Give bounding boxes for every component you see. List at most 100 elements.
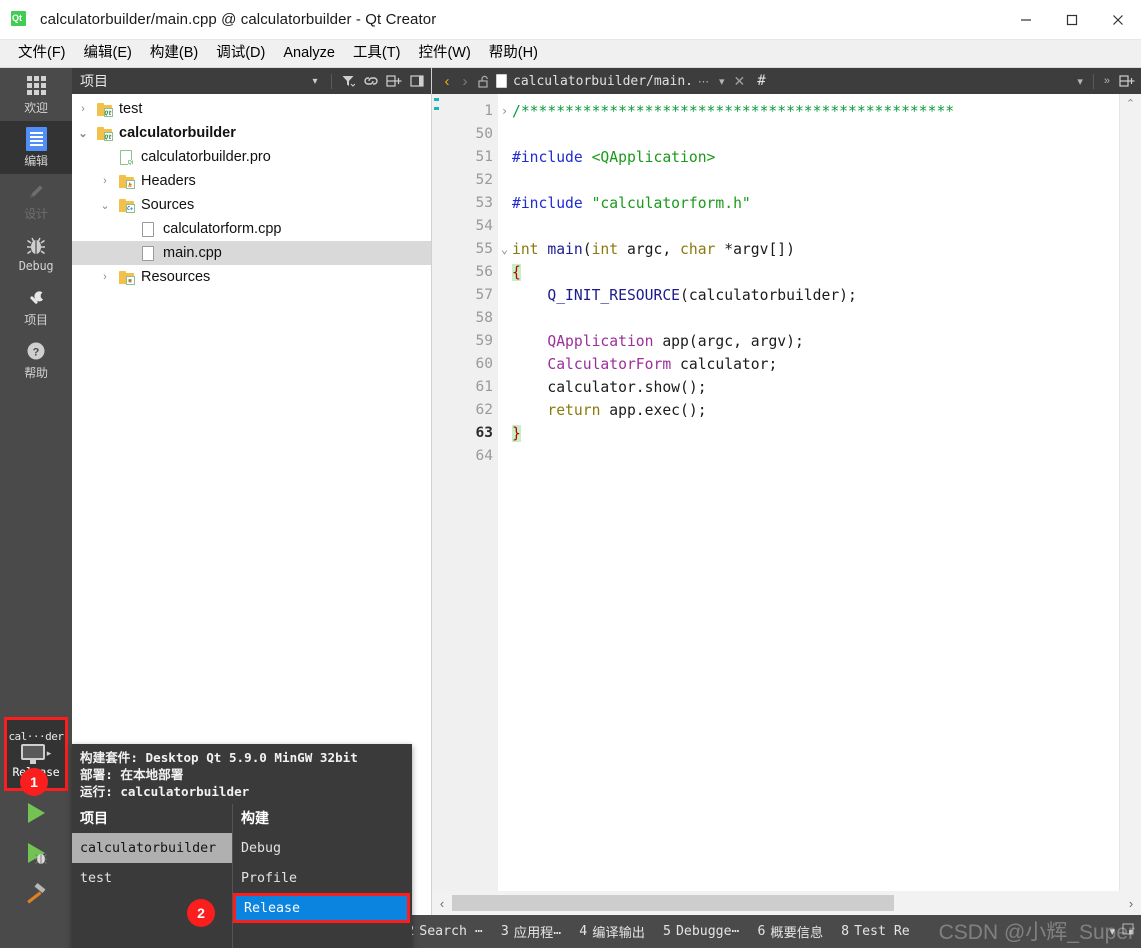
tab-close-icon[interactable]: ✕	[730, 73, 750, 90]
output-pane-application[interactable]: 3 应用程⋯	[492, 922, 570, 941]
code-line[interactable]	[512, 169, 1119, 192]
tree-item-headers[interactable]: › h Headers	[72, 169, 431, 193]
popup-project-calculatorbuilder[interactable]: calculatorbuilder	[72, 833, 232, 863]
build-configuration-popup: 构建套件: Desktop Qt 5.9.0 MinGW 32bit 部署: 在…	[72, 744, 412, 948]
split-add-icon[interactable]	[384, 71, 404, 91]
chevron-down-icon[interactable]: ⌄	[94, 199, 116, 212]
output-pane-debugger[interactable]: 5 Debugge⋯	[654, 924, 748, 939]
resize-grip-icon[interactable]	[1121, 922, 1135, 941]
code-line[interactable]: int main(int argc, char *argv[])	[512, 238, 1119, 261]
editor-horizontal-scrollbar[interactable]: ‹ ›	[432, 891, 1141, 915]
menu-edit[interactable]: 编辑(E)	[75, 41, 141, 66]
code-line[interactable]	[512, 215, 1119, 238]
navigate-forward-icon[interactable]: ›	[456, 73, 474, 90]
output-pane-toggle-icon[interactable]: ▾	[1109, 925, 1115, 938]
popup-build-debug[interactable]: Debug	[233, 833, 412, 863]
sync-link-icon[interactable]	[361, 71, 381, 91]
hscroll-left-icon[interactable]: ‹	[432, 896, 452, 911]
code-line[interactable]: }	[512, 422, 1119, 445]
chevron-right-icon[interactable]: ›	[94, 175, 116, 187]
code-line[interactable]	[512, 307, 1119, 330]
symbol-selector[interactable]: #	[749, 73, 765, 89]
code-line[interactable]	[512, 123, 1119, 146]
code-token: (calculatorbuilder);	[680, 287, 857, 304]
tree-item-test[interactable]: › Qt test	[72, 97, 431, 121]
code-line[interactable]: calculator.show();	[512, 376, 1119, 399]
tab-dropdown-icon[interactable]: ▾	[714, 75, 730, 88]
navigate-back-icon[interactable]: ‹	[438, 73, 456, 90]
code-token: calculator;	[671, 356, 777, 373]
popup-build-release[interactable]: Release	[233, 893, 410, 923]
code-line[interactable]: return app.exec();	[512, 399, 1119, 422]
menu-file[interactable]: 文件(F)	[9, 41, 75, 66]
tree-item-main-cpp[interactable]: main.cpp	[72, 241, 431, 265]
filter-icon[interactable]	[338, 71, 358, 91]
tree-item-label: Resources	[141, 269, 210, 285]
output-pane-summary[interactable]: 6 概要信息	[748, 922, 832, 941]
code-line[interactable]: #include "calculatorform.h"	[512, 192, 1119, 215]
tree-item-pro-file[interactable]: calculatorbuilder.pro	[72, 145, 431, 169]
output-pane-test-results[interactable]: 8 Test Re	[832, 924, 919, 939]
mode-edit[interactable]: 编辑	[0, 121, 72, 174]
code-line[interactable]: CalculatorForm calculator;	[512, 353, 1119, 376]
popup-project-test[interactable]: test	[72, 863, 232, 893]
menu-debug[interactable]: 调试(D)	[207, 41, 274, 66]
mode-design[interactable]: 设计	[0, 174, 72, 227]
kit-line: 构建套件: Desktop Qt 5.9.0 MinGW 32bit	[80, 749, 404, 766]
hscroll-thumb[interactable]	[452, 895, 894, 911]
tab-ellipsis: ⋯	[693, 75, 714, 88]
code-token: #include	[512, 195, 592, 212]
code-line[interactable]: Q_INIT_RESOURCE(calculatorbuilder);	[512, 284, 1119, 307]
code-token: #include	[512, 149, 592, 166]
editor-vertical-scrollbar[interactable]: ⌃	[1119, 94, 1141, 891]
hscroll-right-icon[interactable]: ›	[1121, 896, 1141, 911]
tree-item-label: Sources	[141, 197, 194, 213]
tree-item-calculatorbuilder[interactable]: ⌄ Qt calculatorbuilder	[72, 121, 431, 145]
mode-help[interactable]: ? 帮助	[0, 333, 72, 386]
unlocked-padlock-icon[interactable]	[474, 75, 494, 88]
line-number: 60	[432, 353, 498, 376]
run-button[interactable]	[0, 795, 72, 835]
menu-tools[interactable]: 工具(T)	[344, 41, 410, 66]
code-line[interactable]: QApplication app(argc, argv);	[512, 330, 1119, 353]
split-editor-icon[interactable]	[1117, 71, 1137, 91]
code-text[interactable]: /***************************************…	[498, 94, 1119, 891]
mode-debug[interactable]: Debug	[0, 227, 72, 280]
popup-build-profile[interactable]: Profile	[233, 863, 412, 893]
chevron-right-icon[interactable]: ›	[94, 271, 116, 283]
code-token: (	[583, 241, 592, 258]
maximize-button[interactable]	[1049, 0, 1095, 40]
menu-help[interactable]: 帮助(H)	[480, 41, 547, 66]
filter-dropdown-icon[interactable]: ▾	[305, 71, 325, 91]
debug-button[interactable]	[0, 835, 72, 875]
output-pane-compile[interactable]: 4 编译输出	[570, 922, 654, 941]
code-line[interactable]	[512, 445, 1119, 468]
active-tab-filename[interactable]: calculatorbuilder/main.	[513, 74, 693, 89]
code-line[interactable]: {	[512, 261, 1119, 284]
tree-item-label: calculatorbuilder	[119, 125, 236, 141]
tree-item-calculatorform-cpp[interactable]: calculatorform.cpp	[72, 217, 431, 241]
tree-item-resources[interactable]: › ▦ Resources	[72, 265, 431, 289]
chevron-right-icon[interactable]: ›	[72, 103, 94, 115]
menu-build[interactable]: 构建(B)	[141, 41, 207, 66]
mode-debug-label: Debug	[19, 259, 54, 273]
menu-window[interactable]: 控件(W)	[409, 41, 479, 66]
minimize-button[interactable]	[1003, 0, 1049, 40]
scroll-up-arrow-icon[interactable]: ⌃	[1126, 94, 1135, 110]
hscroll-track[interactable]	[452, 895, 1121, 911]
build-column: 构建 Debug Profile Release	[232, 804, 412, 948]
menu-analyze[interactable]: Analyze	[274, 41, 344, 66]
close-button[interactable]	[1095, 0, 1141, 40]
mode-welcome[interactable]: 欢迎	[0, 68, 72, 121]
tree-item-sources[interactable]: ⌄ C+ Sources	[72, 193, 431, 217]
overflow-icon[interactable]: »	[1099, 75, 1115, 87]
symbol-dropdown-icon[interactable]: ▾	[1072, 75, 1088, 88]
mode-projects[interactable]: 项目	[0, 280, 72, 333]
code-line[interactable]: #include <QApplication>	[512, 146, 1119, 169]
close-panel-icon[interactable]	[407, 71, 427, 91]
tool-divider	[331, 74, 332, 89]
code-line[interactable]: /***************************************…	[512, 100, 1119, 123]
chevron-down-icon[interactable]: ⌄	[72, 127, 94, 140]
code-token: int	[592, 241, 627, 258]
build-button[interactable]	[0, 875, 72, 915]
